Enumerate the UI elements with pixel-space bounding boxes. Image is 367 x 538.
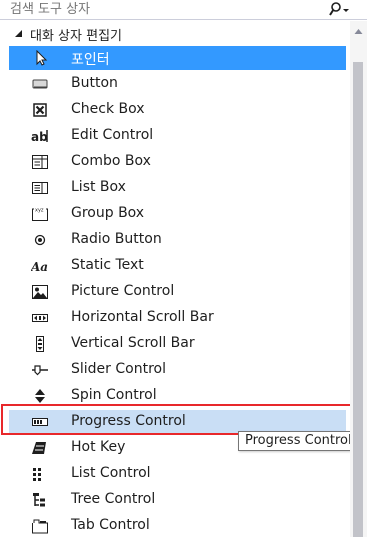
toolbox-item-list-box[interactable]: List Box xyxy=(9,176,346,200)
button-icon xyxy=(32,79,48,89)
toolbox-item-picture-control[interactable]: Picture Control xyxy=(9,280,346,304)
item-label: Tree Control xyxy=(71,491,156,507)
toolbox-item-tab-control[interactable]: Tab Control xyxy=(9,514,346,538)
svg-text:ab: ab xyxy=(31,130,48,144)
toolbox-item-radio-button[interactable]: Radio Button xyxy=(9,228,346,252)
item-label: List Control xyxy=(71,465,151,481)
search-icon[interactable] xyxy=(329,1,351,18)
picture-control-icon xyxy=(32,285,48,299)
list-control-icon xyxy=(33,468,41,481)
tooltip: Progress Control xyxy=(238,431,359,451)
vertical-scrollbar[interactable] xyxy=(350,21,367,537)
tree-control-icon xyxy=(33,493,45,507)
list-box-icon xyxy=(32,182,48,194)
item-label: Spin Control xyxy=(71,387,157,403)
scrollbar-thumb[interactable] xyxy=(353,62,363,537)
toolbox-item-list-control[interactable]: List Control xyxy=(9,462,346,486)
group-header[interactable]: 대화 상자 편집기 xyxy=(0,23,350,45)
toolbox-item-pointer[interactable]: 포인터 xyxy=(9,46,346,70)
toolbox-item-check-box[interactable]: Check Box xyxy=(9,98,346,122)
item-label: Slider Control xyxy=(71,361,166,377)
item-label: Picture Control xyxy=(71,283,175,299)
item-label: Hot Key xyxy=(71,439,126,455)
item-label: Group Box xyxy=(71,205,145,221)
vertical-scroll-bar-icon xyxy=(36,336,44,352)
checkbox-icon xyxy=(33,103,47,117)
svg-text:Aa: Aa xyxy=(31,260,48,274)
group-box-icon: xyz xyxy=(32,208,48,221)
svg-text:xyz: xyz xyxy=(35,208,44,214)
toolbox-item-horizontal-scroll-bar[interactable]: Horizontal Scroll Bar xyxy=(9,306,346,330)
toolbox-item-tree-control[interactable]: Tree Control xyxy=(9,488,346,512)
hot-key-icon xyxy=(32,442,46,454)
item-label: Horizontal Scroll Bar xyxy=(71,309,214,325)
toolbox-item-slider-control[interactable]: Slider Control xyxy=(9,358,346,382)
item-label: Tab Control xyxy=(71,517,150,533)
scroll-up-arrow-icon[interactable] xyxy=(350,25,367,39)
spin-control-icon xyxy=(35,389,45,403)
tab-control-icon xyxy=(32,519,48,534)
pointer-icon xyxy=(36,50,48,66)
edit-control-icon: ab xyxy=(31,130,48,144)
item-label: Static Text xyxy=(71,257,144,273)
toolbox-item-edit-control[interactable]: ab Edit Control xyxy=(9,124,346,148)
horizontal-scroll-bar-icon xyxy=(32,314,48,322)
search-input[interactable] xyxy=(0,0,325,19)
toolbox-item-combo-box[interactable]: Combo Box xyxy=(9,150,346,174)
item-label: Button xyxy=(71,75,118,91)
item-label: Edit Control xyxy=(71,127,154,143)
collapse-arrow-icon[interactable] xyxy=(14,29,23,38)
item-label: Radio Button xyxy=(71,231,162,247)
item-label: List Box xyxy=(71,179,126,195)
toolbox-item-static-text[interactable]: Aa Static Text xyxy=(9,254,346,278)
toolbox-item-vertical-scroll-bar[interactable]: Vertical Scroll Bar xyxy=(9,332,346,356)
item-label: 포인터 xyxy=(71,52,110,68)
item-label: Vertical Scroll Bar xyxy=(71,335,195,351)
combo-box-icon xyxy=(32,155,48,169)
item-label: Check Box xyxy=(71,101,145,117)
group-label: 대화 상자 편집기 xyxy=(30,29,122,44)
toolbox-item-button[interactable]: Button xyxy=(9,72,346,96)
item-label: Combo Box xyxy=(71,153,151,169)
toolbox-item-group-box[interactable]: xyz Group Box xyxy=(9,202,346,226)
static-text-icon: Aa xyxy=(31,260,48,274)
slider-control-icon xyxy=(32,365,48,376)
radio-button-icon xyxy=(34,234,46,246)
toolbox-search-bar xyxy=(0,0,367,20)
